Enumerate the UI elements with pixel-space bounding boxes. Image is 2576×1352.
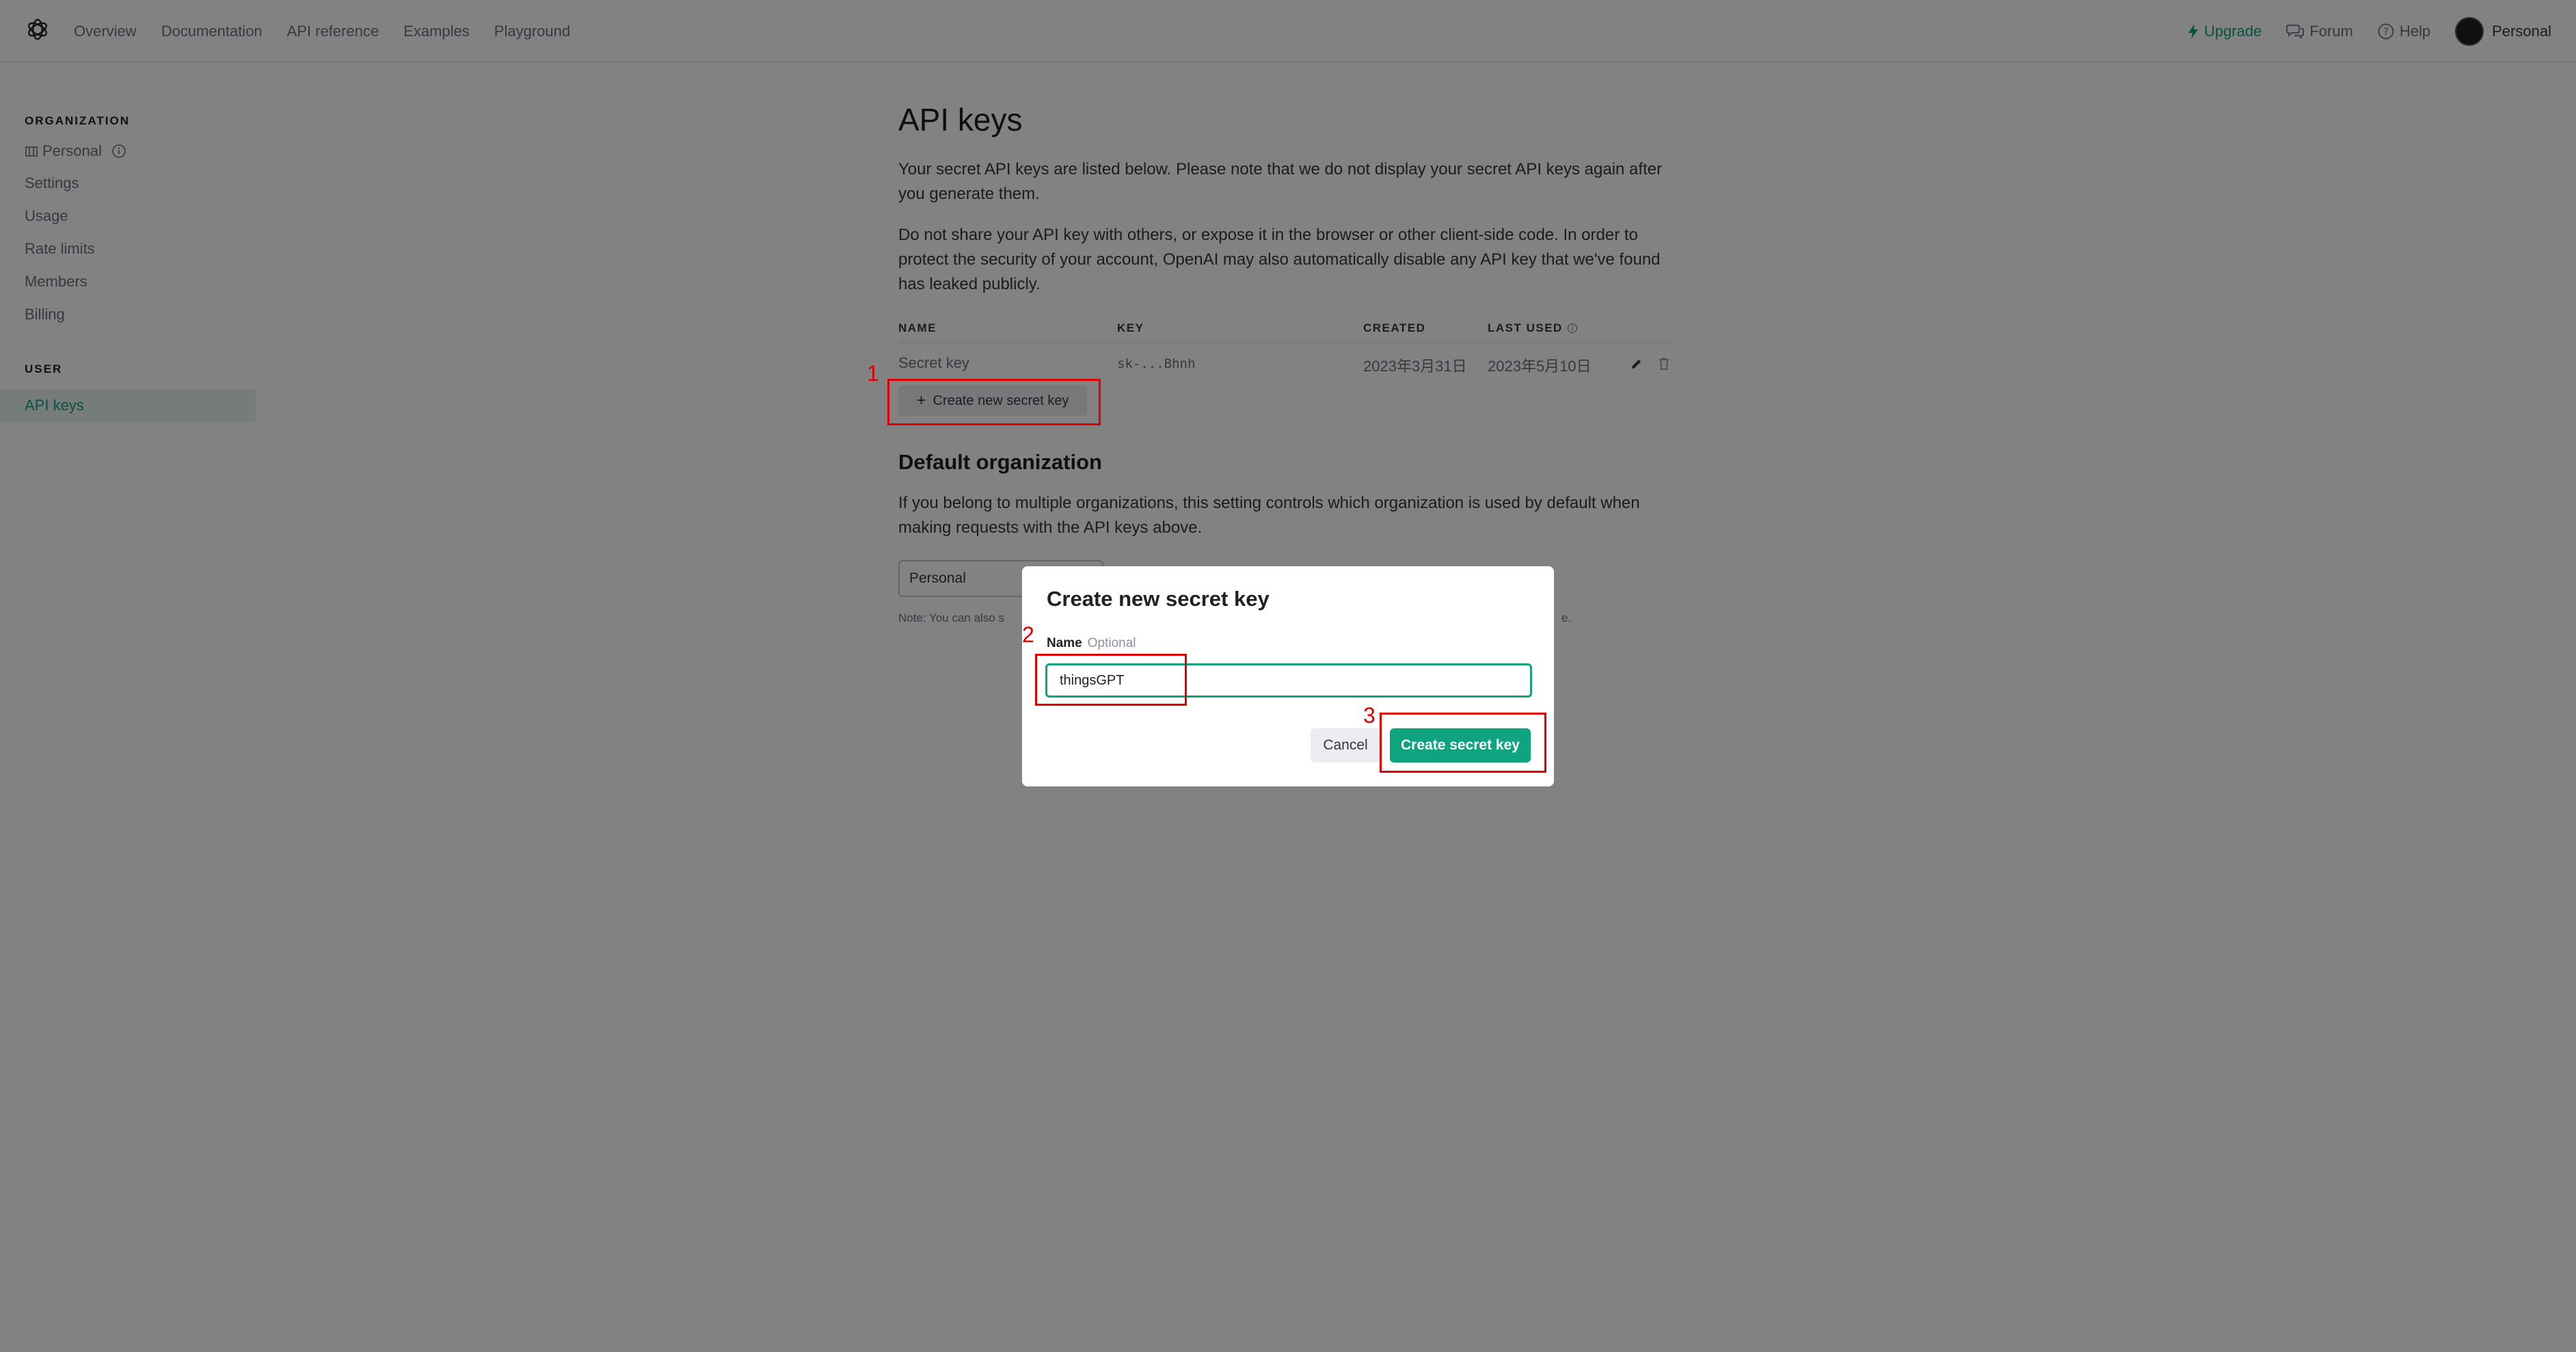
annotation-box-2 <box>1035 654 1187 706</box>
optional-hint: Optional <box>1087 636 1136 650</box>
name-label: Name <box>1047 636 1082 650</box>
annotation-number-1: 1 <box>867 361 879 386</box>
name-field-label: Name Optional <box>1047 636 1136 651</box>
dialog-title: Create new secret key <box>1047 587 1270 611</box>
annotation-number-3: 3 <box>1363 703 1376 728</box>
cancel-button[interactable]: Cancel <box>1311 728 1380 763</box>
annotation-box-3 <box>1380 713 1546 773</box>
annotation-number-2: 2 <box>1022 622 1034 647</box>
annotation-box-1 <box>887 379 1101 425</box>
